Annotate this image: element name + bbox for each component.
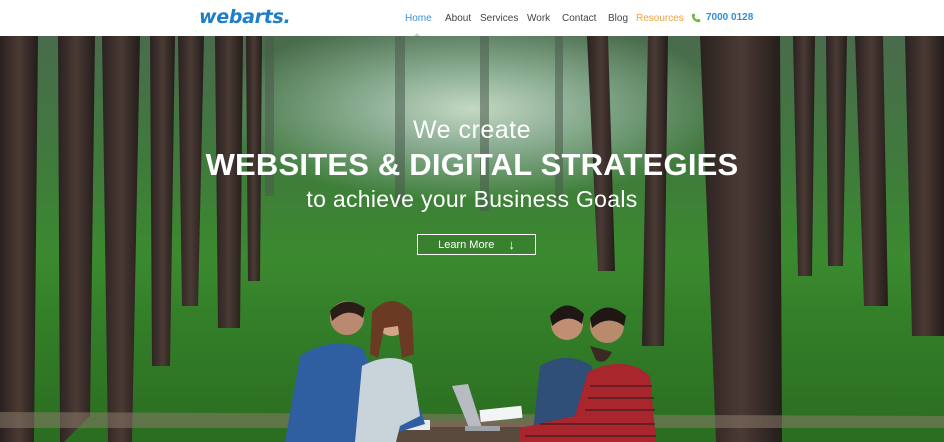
learn-more-button[interactable]: Learn More ↓ <box>417 234 536 255</box>
phone-contact[interactable]: 7000 0128 <box>691 12 753 23</box>
hero-headline-line3: to achieve your Business Goals <box>306 186 638 212</box>
nav-work[interactable]: Work <box>527 13 550 24</box>
logo-text: webarts <box>199 6 284 28</box>
learn-more-label: Learn More <box>438 238 495 251</box>
nav-services[interactable]: Services <box>480 13 518 24</box>
nav-blog[interactable]: Blog <box>608 13 628 24</box>
down-arrow-icon: ↓ <box>508 237 515 252</box>
webarts-logo[interactable]: webarts. <box>199 6 291 28</box>
hero-headline-line1: We create <box>413 116 531 144</box>
hero-headline-main: WEBSITES & DIGITAL STRATEGIES <box>205 147 739 182</box>
nav-resources[interactable]: Resources <box>636 13 684 24</box>
nav-home[interactable]: Home <box>405 13 432 24</box>
logo-dot: . <box>283 6 291 28</box>
phone-icon <box>691 13 701 22</box>
phone-number: 7000 0128 <box>706 12 754 23</box>
nav-about[interactable]: About <box>445 13 471 24</box>
hero-banner: We create WEBSITES & DIGITAL STRATEGIES … <box>0 36 944 442</box>
nav-contact[interactable]: Contact <box>562 13 596 24</box>
top-navigation-bar: webarts. Home About Services Work Contac… <box>0 0 944 36</box>
